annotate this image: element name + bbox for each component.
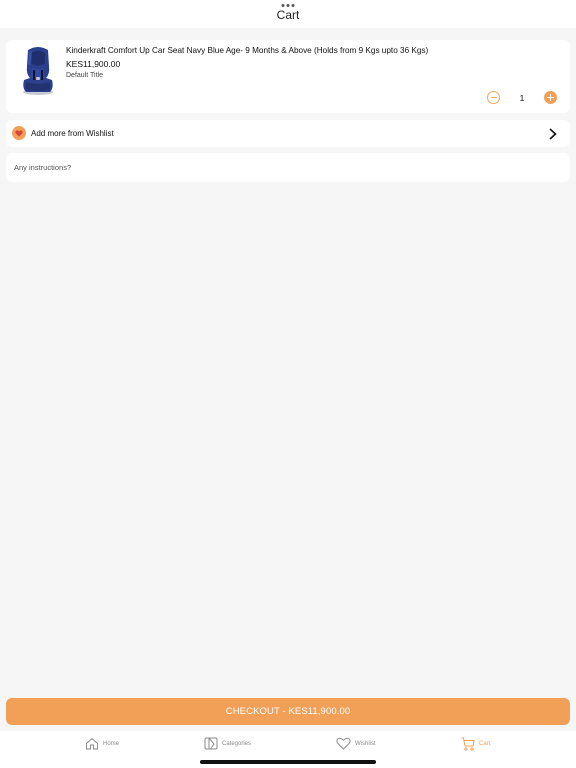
instructions-input[interactable] bbox=[6, 153, 570, 182]
tab-cart[interactable]: Cart bbox=[461, 737, 490, 751]
categories-icon bbox=[204, 737, 218, 750]
chevron-right-icon bbox=[549, 128, 557, 140]
header-bar: Cart bbox=[0, 0, 576, 28]
increase-quantity-button[interactable] bbox=[544, 91, 557, 104]
checkout-button[interactable]: CHECKOUT - KES11,900.00 bbox=[6, 698, 570, 725]
quantity-value: 1 bbox=[519, 92, 525, 103]
cart-icon bbox=[461, 737, 475, 751]
tab-wishlist[interactable]: Wishlist bbox=[336, 737, 376, 750]
product-price: KES11,900.00 bbox=[66, 59, 121, 69]
product-name[interactable]: Kinderkraft Comfort Up Car Seat Navy Blu… bbox=[66, 46, 428, 55]
decrease-quantity-button[interactable] bbox=[487, 91, 500, 104]
product-variant: Default Title bbox=[66, 72, 103, 79]
wishlist-row-label: Add more from Wishlist bbox=[31, 129, 114, 138]
heart-icon bbox=[12, 126, 26, 140]
heart-icon bbox=[336, 737, 351, 750]
quantity-stepper: 1 bbox=[487, 91, 557, 104]
tab-wishlist-label: Wishlist bbox=[355, 740, 376, 747]
home-indicator bbox=[200, 760, 376, 764]
tab-cart-label: Cart bbox=[479, 741, 491, 747]
add-from-wishlist-row[interactable]: Add more from Wishlist bbox=[6, 120, 570, 147]
tab-home[interactable]: Home bbox=[85, 737, 119, 750]
page-title: Cart bbox=[276, 8, 300, 20]
tab-home-label: Home bbox=[103, 740, 120, 747]
home-icon bbox=[86, 737, 98, 750]
instructions-card bbox=[6, 153, 570, 182]
tab-categories-label: Categories bbox=[222, 740, 252, 747]
product-image[interactable] bbox=[16, 44, 60, 96]
cart-item-card: Kinderkraft Comfort Up Car Seat Navy Blu… bbox=[6, 40, 570, 113]
tab-categories[interactable]: Categories bbox=[204, 737, 251, 750]
